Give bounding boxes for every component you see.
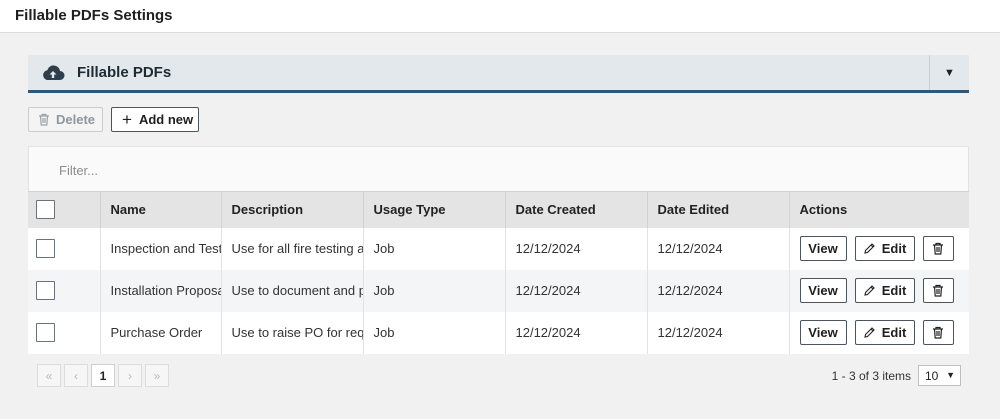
row-select-cell [28, 311, 101, 354]
view-button[interactable]: View [799, 236, 847, 261]
delete-row-button[interactable] [922, 320, 954, 345]
header-select-cell [28, 191, 101, 228]
pencil-icon [864, 285, 875, 296]
filter-bar [28, 146, 969, 192]
trash-icon [933, 284, 943, 297]
cell-name: Inspection and Test [100, 227, 222, 270]
delete-row-button[interactable] [922, 278, 954, 303]
page-number-button[interactable]: 1 [91, 364, 115, 387]
column-header-date-edited[interactable]: Date Edited [647, 191, 790, 228]
trash-icon [933, 242, 943, 255]
filter-input[interactable] [59, 159, 559, 181]
pdf-table: Name Description Usage Type Date Created… [28, 191, 969, 354]
page-size-select[interactable]: 10 ▼ [918, 365, 961, 386]
cell-date-created: 12/12/2024 [505, 227, 648, 270]
pagination: « ‹ 1 › » [37, 364, 169, 387]
cell-description: Use for all fire testing ar [221, 227, 364, 270]
panel-header: Fillable PDFs ▼ [28, 55, 969, 93]
row-checkbox[interactable] [36, 239, 55, 258]
first-page-button[interactable]: « [37, 364, 61, 387]
delete-button-label: Delete [56, 112, 96, 127]
table-row[interactable]: Purchase Order Use to raise PO for requ … [28, 311, 969, 354]
plus-icon: + [122, 110, 132, 129]
cell-name: Purchase Order [100, 311, 222, 354]
item-count: 1 - 3 of 3 items [831, 369, 911, 383]
table-row[interactable]: Inspection and Test Use for all fire tes… [28, 227, 969, 270]
view-button[interactable]: View [799, 278, 847, 303]
panel-collapse-toggle[interactable]: ▼ [929, 55, 969, 90]
cell-usage-type: Job [363, 269, 506, 312]
trash-icon [933, 326, 943, 339]
cell-date-created: 12/12/2024 [505, 269, 648, 312]
page-size-value: 10 [925, 368, 939, 383]
pencil-icon [864, 327, 875, 338]
cell-actions: View Edit [789, 269, 969, 312]
edit-button[interactable]: Edit [854, 236, 915, 261]
cell-name: Installation Proposa [100, 269, 222, 312]
table-header-row: Name Description Usage Type Date Created… [28, 191, 969, 228]
pencil-icon [864, 243, 875, 254]
row-checkbox[interactable] [36, 281, 55, 300]
cell-description: Use to raise PO for requ [221, 311, 364, 354]
edit-button-label: Edit [881, 241, 907, 256]
delete-button[interactable]: Delete [28, 107, 103, 132]
column-header-actions: Actions [789, 191, 969, 228]
row-select-cell [28, 269, 101, 312]
cell-actions: View Edit [789, 312, 969, 354]
add-new-button-label: Add new [138, 112, 194, 127]
cell-description: Use to document and pr [221, 269, 364, 312]
edit-button-label: Edit [881, 325, 907, 340]
cell-date-edited: 12/12/2024 [647, 311, 790, 354]
cell-usage-type: Job [363, 227, 506, 270]
next-page-button[interactable]: › [118, 364, 142, 387]
caret-down-icon: ▼ [946, 370, 955, 380]
trash-icon [39, 113, 49, 126]
caret-down-icon: ▼ [944, 66, 955, 79]
page-title: Fillable PDFs Settings [15, 7, 173, 24]
add-new-button[interactable]: + Add new [111, 107, 199, 132]
column-header-description[interactable]: Description [221, 191, 364, 228]
cloud-upload-icon [43, 65, 65, 80]
edit-button-label: Edit [881, 283, 907, 298]
panel-title: Fillable PDFs [77, 64, 172, 81]
select-all-checkbox[interactable] [36, 200, 55, 220]
cell-actions: View Edit [789, 228, 969, 270]
row-select-cell [28, 227, 101, 270]
cell-date-edited: 12/12/2024 [647, 227, 790, 270]
cell-date-edited: 12/12/2024 [647, 269, 790, 312]
table-row[interactable]: Installation Proposa Use to document and… [28, 269, 969, 312]
column-header-usage-type[interactable]: Usage Type [363, 191, 506, 228]
last-page-button[interactable]: » [145, 364, 169, 387]
column-header-date-created[interactable]: Date Created [505, 191, 648, 228]
prev-page-button[interactable]: ‹ [64, 364, 88, 387]
view-button[interactable]: View [799, 320, 847, 345]
cell-usage-type: Job [363, 311, 506, 354]
delete-row-button[interactable] [922, 236, 954, 261]
edit-button[interactable]: Edit [854, 278, 915, 303]
cell-date-created: 12/12/2024 [505, 311, 648, 354]
row-checkbox[interactable] [36, 323, 55, 342]
edit-button[interactable]: Edit [854, 320, 915, 345]
column-header-name[interactable]: Name [100, 191, 222, 228]
top-bar: Fillable PDFs Settings [0, 0, 1000, 33]
